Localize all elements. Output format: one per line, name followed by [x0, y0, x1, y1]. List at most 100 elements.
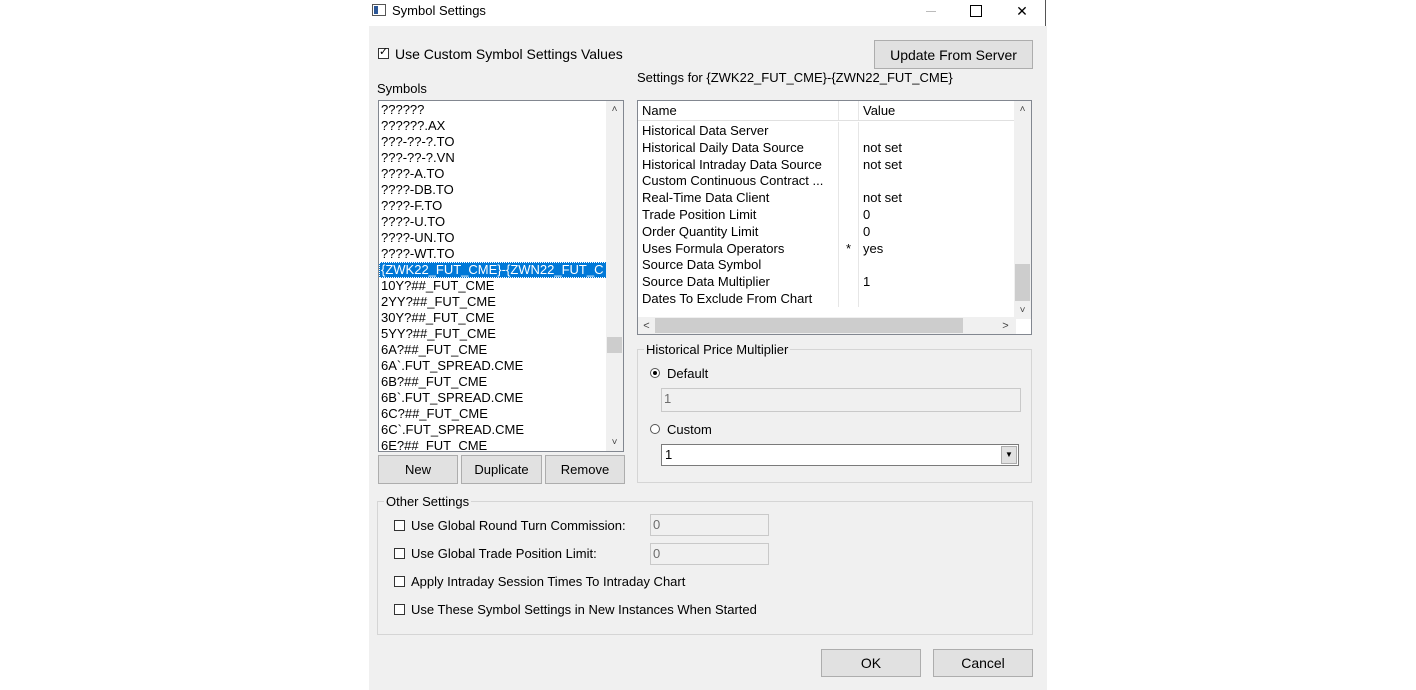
list-item[interactable]: 2YY?##_FUT_CME: [379, 294, 607, 310]
list-item[interactable]: ??????.AX: [379, 118, 607, 134]
default-radio[interactable]: [650, 368, 660, 378]
setting-value: [858, 290, 1016, 307]
setting-value: not set: [858, 155, 1016, 173]
chevron-down-icon[interactable]: ▼: [1001, 446, 1017, 464]
setting-value: not set: [858, 138, 1016, 156]
list-item[interactable]: {ZWK22_FUT_CME}-{ZWN22_FUT_C: [379, 262, 607, 278]
scroll-down-icon[interactable]: ˅: [606, 434, 623, 451]
custom-value-text: 1: [665, 447, 673, 462]
table-row[interactable]: Uses Formula Operators * yes: [638, 239, 1016, 257]
scroll-left-icon[interactable]: <: [638, 317, 655, 334]
new-button[interactable]: New: [378, 455, 458, 484]
table-row[interactable]: Source Data Multiplier 1: [638, 273, 1016, 291]
scroll-right-icon[interactable]: >: [997, 317, 1014, 334]
setting-value: [858, 256, 1016, 274]
list-item[interactable]: ????-F.TO: [379, 198, 607, 214]
session-times-label: Apply Intraday Session Times To Intraday…: [411, 574, 686, 589]
position-limit-checkbox[interactable]: [394, 548, 405, 559]
custom-value-combo[interactable]: 1 ▼: [661, 444, 1019, 466]
table-row[interactable]: Source Data Symbol: [638, 256, 1016, 274]
list-item[interactable]: 30Y?##_FUT_CME: [379, 310, 607, 326]
setting-value: 1: [858, 273, 1016, 291]
column-flag-header[interactable]: [838, 101, 858, 120]
table-row[interactable]: Trade Position Limit 0: [638, 206, 1016, 223]
other-settings-title: Other Settings: [384, 494, 472, 509]
minimize-button[interactable]: [908, 0, 954, 22]
setting-name: Source Data Symbol: [642, 257, 762, 273]
setting-flag: [838, 273, 858, 291]
list-item[interactable]: ???-??-?.TO: [379, 134, 607, 150]
close-icon: ✕: [1016, 2, 1028, 19]
table-row[interactable]: Historical Intraday Data Source not set: [638, 155, 1016, 173]
list-item[interactable]: 6B`.FUT_SPREAD.CME: [379, 390, 607, 406]
list-item[interactable]: ????-WT.TO: [379, 246, 607, 262]
list-item[interactable]: ????-UN.TO: [379, 230, 607, 246]
list-item[interactable]: 6B?##_FUT_CME: [379, 374, 607, 390]
table-row[interactable]: Order Quantity Limit 0: [638, 222, 1016, 240]
new-instances-checkbox[interactable]: [394, 604, 405, 615]
table-row[interactable]: Dates To Exclude From Chart: [638, 290, 1016, 307]
setting-name: Historical Intraday Data Source: [642, 156, 822, 172]
setting-flag: [838, 122, 858, 139]
setting-name: Historical Daily Data Source: [642, 139, 804, 155]
column-name-header[interactable]: Name: [642, 101, 838, 120]
list-item[interactable]: ???-??-?.VN: [379, 150, 607, 166]
table-row[interactable]: Historical Data Server: [638, 122, 1016, 139]
session-times-checkbox[interactable]: [394, 576, 405, 587]
list-item[interactable]: 6C?##_FUT_CME: [379, 406, 607, 422]
table-row[interactable]: Custom Continuous Contract ...: [638, 172, 1016, 190]
ok-button[interactable]: OK: [821, 649, 921, 677]
setting-name: Historical Data Server: [642, 123, 769, 138]
round-turn-label: Use Global Round Turn Commission:: [411, 518, 626, 533]
list-item[interactable]: ????-DB.TO: [379, 182, 607, 198]
duplicate-button[interactable]: Duplicate: [461, 455, 542, 484]
grid-hscroll-thumb[interactable]: [655, 318, 963, 333]
setting-value: 0: [858, 222, 1016, 240]
symbols-scrollbar[interactable]: ˄ ˅: [606, 101, 623, 451]
cancel-button[interactable]: Cancel: [933, 649, 1033, 677]
setting-value: not set: [858, 189, 1016, 207]
scroll-up-icon[interactable]: ˄: [606, 101, 623, 118]
list-item[interactable]: 10Y?##_FUT_CME: [379, 278, 607, 294]
custom-radio[interactable]: [650, 424, 660, 434]
setting-value: yes: [858, 239, 1016, 257]
default-value-field: 1: [661, 388, 1021, 412]
setting-name: Real-Time Data Client: [642, 190, 770, 206]
position-limit-field: 0: [650, 543, 769, 565]
setting-flag: [838, 155, 858, 173]
custom-label: Custom: [667, 422, 712, 437]
grid-vscroll[interactable]: ˄ ˅: [1014, 101, 1031, 319]
list-item[interactable]: ??????: [379, 102, 607, 118]
setting-flag: *: [838, 239, 858, 257]
update-from-server-button[interactable]: Update From Server: [874, 40, 1033, 69]
setting-name: Order Quantity Limit: [642, 223, 759, 239]
setting-flag: [838, 172, 858, 190]
list-item[interactable]: 6A?##_FUT_CME: [379, 342, 607, 358]
remove-button[interactable]: Remove: [545, 455, 625, 484]
close-button[interactable]: ✕: [999, 0, 1045, 22]
settings-grid[interactable]: Name Value Historical Data Server Histori…: [637, 100, 1032, 335]
table-row[interactable]: Historical Daily Data Source not set: [638, 138, 1016, 156]
round-turn-checkbox[interactable]: [394, 520, 405, 531]
list-item[interactable]: ????-A.TO: [379, 166, 607, 182]
table-row[interactable]: Real-Time Data Client not set: [638, 189, 1016, 207]
settings-for-label: Settings for {ZWK22_FUT_CME}-{ZWN22_FUT_…: [637, 70, 953, 85]
list-item[interactable]: 6A`.FUT_SPREAD.CME: [379, 358, 607, 374]
scroll-up-icon[interactable]: ˄: [1014, 101, 1031, 118]
grid-scroll-thumb[interactable]: [1015, 264, 1030, 301]
scroll-thumb[interactable]: [607, 337, 622, 353]
scroll-down-icon[interactable]: ˅: [1014, 302, 1031, 319]
symbols-label: Symbols: [377, 81, 427, 96]
column-value-header[interactable]: Value: [858, 101, 1016, 120]
list-item[interactable]: 6C`.FUT_SPREAD.CME: [379, 422, 607, 438]
setting-flag: [838, 290, 858, 307]
maximize-button[interactable]: [953, 0, 999, 22]
use-custom-checkbox[interactable]: [378, 45, 389, 59]
symbols-list[interactable]: ?????? ??????.AX ???-??-?.TO ???-??-?.VN???…: [378, 100, 624, 452]
list-item[interactable]: 5YY?##_FUT_CME: [379, 326, 607, 342]
setting-flag: [838, 189, 858, 207]
list-item[interactable]: 6E?##_FUT_CME: [379, 438, 607, 451]
setting-name: Source Data Multiplier: [642, 274, 770, 290]
list-item[interactable]: ????-U.TO: [379, 214, 607, 230]
grid-hscroll[interactable]: < >: [638, 317, 1016, 334]
